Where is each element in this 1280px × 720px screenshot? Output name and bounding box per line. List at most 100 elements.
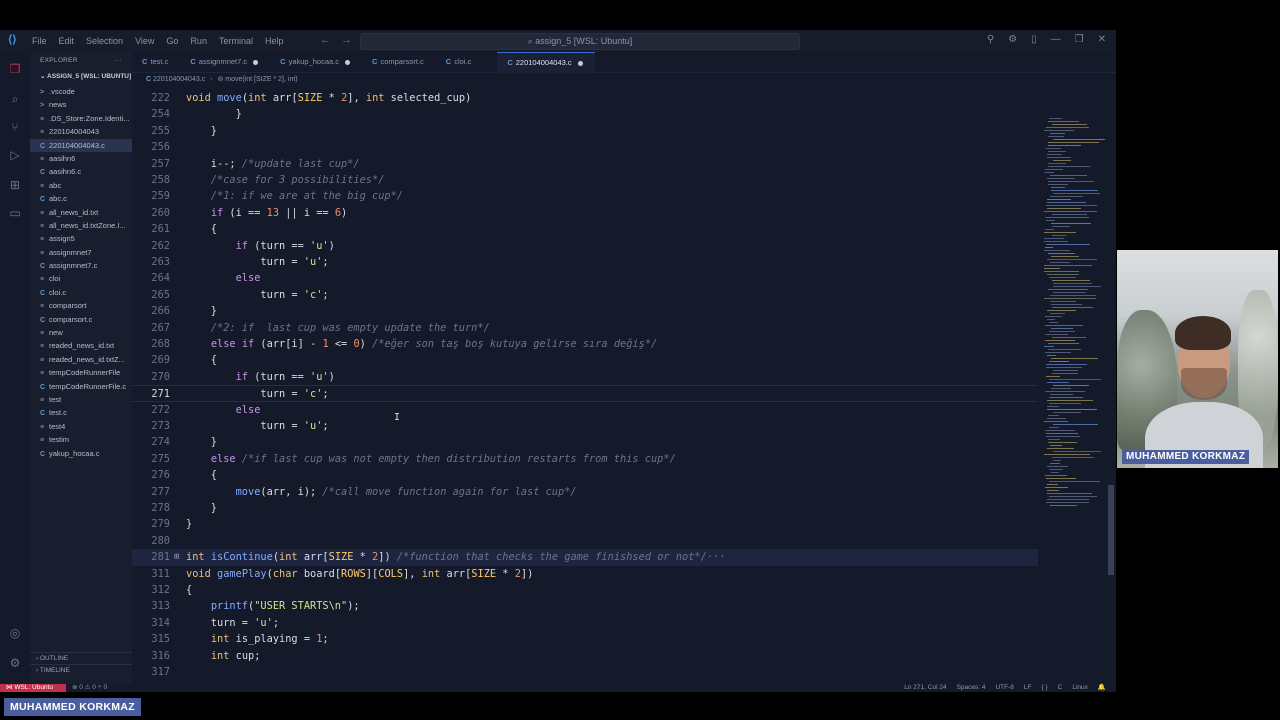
manage-gear-icon[interactable]: ⚙	[8, 656, 22, 670]
os-indicator[interactable]: Linux	[1072, 684, 1088, 692]
problems-indicator[interactable]: ⊗ 0 ⚠ 0 ⑂ 0	[72, 684, 107, 692]
file-tree-item[interactable]: ≡ tempCodeRunnerFile	[30, 366, 132, 379]
language-braces[interactable]: { }	[1042, 684, 1048, 692]
more-actions-icon[interactable]: ···	[115, 52, 122, 70]
source-control-icon[interactable]: ⑂	[8, 120, 22, 134]
code-line[interactable]: 311 void gamePlay(char board[ROWS][COLS],…	[132, 566, 1038, 582]
menu-item-help[interactable]: Help	[265, 36, 284, 46]
code-line[interactable]: 263 turn = 'u';	[132, 254, 1038, 270]
remote-explorer-icon[interactable]: ▭	[8, 206, 22, 220]
workspace-folder[interactable]: ⌄ ASSIGN_5 [WSL: UBUNTU]	[30, 70, 132, 83]
notifications-bell-icon[interactable]: 🔔	[1098, 684, 1106, 692]
code-line[interactable]: 266 }	[132, 303, 1038, 319]
cursor-position[interactable]: Ln 271, Col 24	[904, 684, 946, 692]
search-icon[interactable]: ⌕	[8, 92, 22, 106]
file-tree-item[interactable]: ≡ assignmnet7	[30, 246, 132, 259]
file-tree-item[interactable]: Ccloi.c	[30, 286, 132, 299]
code-line[interactable]: 278 }	[132, 500, 1038, 516]
file-tree-item[interactable]: ≡ test	[30, 393, 132, 406]
code-line[interactable]: 272 else	[132, 402, 1038, 418]
code-line[interactable]: 262 if (turn == 'u')	[132, 238, 1038, 254]
code-line[interactable]: 270 if (turn == 'u')	[132, 369, 1038, 385]
close-icon[interactable]: ✕	[1098, 34, 1106, 45]
code-line[interactable]: 257 i--; /*update last cup*/	[132, 156, 1038, 172]
timeline-section[interactable]: › TIMELINE	[30, 664, 132, 676]
indentation[interactable]: Spaces: 4	[957, 684, 986, 692]
file-tree-item[interactable]: CtempCodeRunnerFile.c	[30, 380, 132, 393]
code-line[interactable]: 315 int is_playing = 1;	[132, 631, 1038, 647]
file-tree-item[interactable]: ≡ abc	[30, 179, 132, 192]
file-tree-item[interactable]: ≡ all_news_id.txt	[30, 206, 132, 219]
file-tree-item[interactable]: ≡ readed_news_id.txt	[30, 339, 132, 352]
code-line[interactable]: 260 if (i == 13 || i == 6)	[132, 205, 1038, 221]
editor-tab[interactable]: Cassignmnet7.c	[180, 52, 270, 72]
code-line[interactable]: 265 turn = 'c';	[132, 287, 1038, 303]
remote-indicator[interactable]: ⋈ WSL: Ubuntu	[0, 684, 66, 692]
menu-item-go[interactable]: Go	[166, 36, 178, 46]
code-line[interactable]: 261 {	[132, 221, 1038, 237]
file-tree-item[interactable]: Cyakup_hocaa.c	[30, 447, 132, 460]
editor-tab[interactable]: C 220104004043.c	[497, 52, 595, 73]
outline-section[interactable]: › OUTLINE	[30, 652, 132, 664]
file-tree-item[interactable]: Caasihn6.c	[30, 165, 132, 178]
editor-tab[interactable]: Cyakup_hocaa.c	[270, 52, 362, 72]
code-line[interactable]: 254 }	[132, 106, 1038, 122]
command-center-search[interactable]: ⌕ assign_5 [WSL: Ubuntu]	[360, 33, 800, 50]
editor-tab[interactable]: Ccomparsort.c	[362, 52, 436, 72]
file-tree-item[interactable]: Cabc.c	[30, 192, 132, 205]
code-line[interactable]: 312 {	[132, 582, 1038, 598]
restore-icon[interactable]: ❐	[1075, 34, 1084, 45]
file-tree-item[interactable]: ≡ 220104004043	[30, 125, 132, 138]
code-line[interactable]: 279}	[132, 516, 1038, 532]
code-line[interactable]: 273 turn = 'u';	[132, 418, 1038, 434]
code-line[interactable]: 264 else	[132, 270, 1038, 286]
extensions-icon[interactable]: ⊞	[8, 178, 22, 192]
code-line[interactable]: 316 int cup;	[132, 648, 1038, 664]
menu-item-file[interactable]: File	[32, 36, 47, 46]
code-line[interactable]: 277 move(arr, i); /*call move function a…	[132, 484, 1038, 500]
file-tree-item[interactable]: ≡ test4	[30, 420, 132, 433]
file-tree-item[interactable]: ≡ assign5	[30, 232, 132, 245]
code-line[interactable]: 259 /*1: if we are at the big cup*/	[132, 188, 1038, 204]
code-line[interactable]: 267 /*2: if last cup was empty update th…	[132, 320, 1038, 336]
breadcrumb-symbol[interactable]: move(int [SIZE * 2], int)	[225, 76, 297, 83]
file-tree-item[interactable]: ≡ all_news_id.txtZone.I...	[30, 219, 132, 232]
unsaved-dot-icon[interactable]	[253, 59, 259, 65]
code-line[interactable]: 255 }	[132, 123, 1038, 139]
file-tree-item[interactable]: > .vscode	[30, 85, 132, 98]
file-tree-item[interactable]: ≡ testim	[30, 433, 132, 446]
minimize-icon[interactable]: —	[1051, 34, 1061, 45]
code-line[interactable]: 222 void move(int arr[SIZE * 2], int sele…	[132, 90, 1038, 106]
breadcrumb-file[interactable]: 220104004043.c	[153, 76, 205, 83]
file-tree-item[interactable]: ≡ new	[30, 326, 132, 339]
encoding[interactable]: UTF-8	[995, 684, 1013, 692]
code-line[interactable]: 276 {	[132, 467, 1038, 483]
file-tree-item[interactable]: C 220104004043.c	[30, 138, 132, 152]
file-tree-item[interactable]: ≡ readed_news_id.txtZ...	[30, 353, 132, 366]
file-tree-item[interactable]: ≡ aasihn6	[30, 152, 132, 165]
code-line[interactable]: 275 else /*if last cup was not empty the…	[132, 451, 1038, 467]
code-line[interactable]: 269 {	[132, 352, 1038, 368]
menu-item-selection[interactable]: Selection	[86, 36, 123, 46]
code-line[interactable]: 274 }	[132, 434, 1038, 450]
menu-item-run[interactable]: Run	[190, 36, 207, 46]
explorer-icon[interactable]: ❐	[8, 62, 22, 76]
menu-item-view[interactable]: View	[135, 36, 154, 46]
editor-tab[interactable]: Ctest.c	[132, 52, 180, 72]
unsaved-dot-icon[interactable]	[345, 59, 351, 65]
minimap[interactable]	[1040, 88, 1106, 682]
code-line[interactable]: 256	[132, 139, 1038, 155]
code-line[interactable]: 271 turn = 'c';	[132, 385, 1038, 402]
code-line[interactable]: 313 printf("USER STARTS\n");	[132, 598, 1038, 614]
line-ending[interactable]: LF	[1024, 684, 1032, 692]
code-line[interactable]: 268 else if (arr[i] - 1 <= 0) /*eğer son…	[132, 336, 1038, 352]
account-icon[interactable]: ◎	[8, 626, 22, 640]
run-debug-icon[interactable]: ▷	[8, 148, 22, 162]
settings-gear-icon[interactable]: ⚙	[1008, 34, 1017, 45]
menu-item-terminal[interactable]: Terminal	[219, 36, 253, 46]
menu-item-edit[interactable]: Edit	[59, 36, 75, 46]
code-line[interactable]: 314 turn = 'u';	[132, 615, 1038, 631]
file-tree-item[interactable]: ≡ comparsort	[30, 299, 132, 312]
layout-icon[interactable]: ▯	[1031, 34, 1037, 45]
editor-tab[interactable]: Ccloi.c	[436, 52, 484, 72]
